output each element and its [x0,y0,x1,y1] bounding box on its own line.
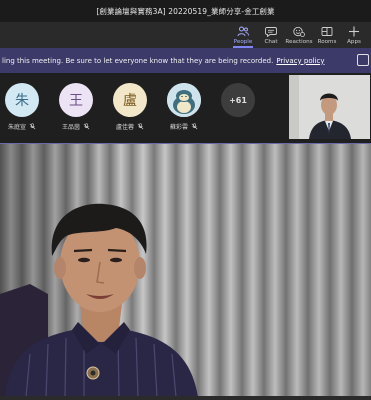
rooms-icon [321,26,333,36]
avatar: 盧 [113,83,147,117]
mic-off-icon [83,123,90,130]
meeting-toolbar: People Chat Reactions Rooms Apps [0,22,371,48]
recording-banner: ling this meeting. Be sure to let everyo… [0,48,371,73]
participant-name-row: 朱庭宣 [8,122,36,131]
participant-tile[interactable]: 蘇彩雲 [164,83,204,131]
avatar [167,83,201,117]
avatar: 王 [59,83,93,117]
mic-off-icon [137,123,144,130]
reactions-button[interactable]: Reactions [284,22,314,48]
chat-icon [265,26,277,37]
participant-tile[interactable]: 盧 盧佳蓉 [110,83,150,131]
participant-name: 蘇彩雲 [169,124,188,131]
plus-icon [349,26,359,36]
self-video-image [289,75,370,139]
mic-off-icon [29,123,36,130]
dismiss-banner-button[interactable] [357,54,369,66]
chat-label: Chat [264,38,278,45]
teams-meeting-window: [創業論壇與實務3A] 20220519_業師分享-金工創業 People Ch… [0,0,371,400]
apps-button[interactable]: Apps [342,22,366,48]
mic-off-icon [191,123,198,130]
participant-name: 王品茵 [61,124,80,131]
rooms-button[interactable]: Rooms [315,22,339,48]
participant-name-row: 王品茵 [62,122,90,131]
title-bar: [創業論壇與實務3A] 20220519_業師分享-金工創業 [0,0,371,22]
participant-name-row: 盧佳蓉 [116,122,144,131]
participant-tile[interactable]: 王 王品茵 [56,83,96,131]
privacy-policy-link[interactable]: Privacy policy [276,57,324,65]
people-button[interactable]: People [231,22,255,48]
reactions-label: Reactions [285,38,313,45]
snorlax-avatar-image [167,83,201,117]
reactions-icon [293,26,305,37]
people-icon [237,26,249,36]
apps-label: Apps [347,38,361,45]
recording-message: ling this meeting. Be sure to let everyo… [2,56,274,65]
chat-button[interactable]: Chat [259,22,283,48]
participant-name-row: 蘇彩雲 [170,122,198,131]
self-video-thumbnail[interactable] [289,75,370,139]
participant-tile[interactable]: 朱 朱庭宣 [2,83,42,131]
window-title: [創業論壇與實務3A] 20220519_業師分享-金工創業 [96,6,275,16]
more-participants-button[interactable]: +61 [221,83,255,117]
main-speaker-video[interactable] [0,144,371,397]
bottom-edge [0,396,371,400]
speaker-video-image [0,144,371,397]
avatar: 朱 [5,83,39,117]
people-label: People [233,38,253,45]
rooms-label: Rooms [317,38,337,45]
participant-name: 盧佳蓉 [115,124,134,131]
participant-name: 朱庭宣 [7,124,26,131]
